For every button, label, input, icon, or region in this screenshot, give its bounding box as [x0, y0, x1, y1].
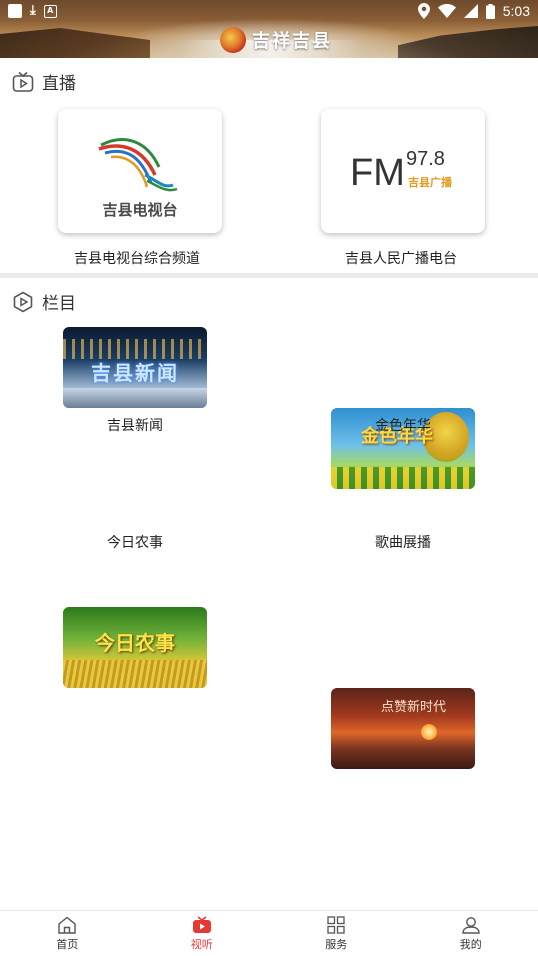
wifi-icon — [437, 4, 456, 18]
tv-station-logo-text: 吉县电视台 — [102, 201, 177, 219]
app-logo: 吉祥吉县 — [220, 27, 332, 53]
columns-section-header: 栏目 — [12, 289, 76, 314]
nav-label-services: 服务 — [325, 937, 348, 951]
logo-mark-icon — [220, 27, 246, 53]
song-thumb-sunset — [421, 724, 437, 740]
live-card-tv[interactable]: 吉县电视台 — [58, 109, 222, 233]
radio-logo-fm: FM — [350, 152, 405, 194]
signal-icon — [463, 4, 478, 18]
live-caption-radio[interactable]: 吉县人民广播电台 — [301, 248, 501, 268]
nav-item-profile[interactable]: 我的 — [404, 911, 538, 956]
bottom-nav: 首页 视听 服务 我的 — [0, 910, 538, 956]
hexagon-play-icon — [13, 291, 33, 312]
nav-item-services[interactable]: 服务 — [269, 911, 404, 956]
battery-icon — [485, 3, 495, 19]
columns-section-title: 栏目 — [42, 294, 76, 314]
download-icon: ⤓ — [30, 3, 36, 18]
grid-icon — [327, 915, 345, 934]
nav-item-media[interactable]: 视听 — [135, 911, 270, 956]
radio-logo-frequency: 97.8 — [406, 148, 445, 170]
news-thumb-floor — [63, 388, 207, 408]
nav-label-home: 首页 — [56, 937, 79, 951]
nav-item-home[interactable]: 首页 — [0, 911, 135, 956]
status-right: 5:03 — [417, 3, 530, 19]
location-icon — [417, 3, 430, 19]
news-thumb-lights — [63, 339, 207, 359]
notification-icon — [8, 4, 22, 18]
golden-thumb-flowers — [331, 467, 475, 489]
live-caption-tv[interactable]: 吉县电视台综合频道 — [37, 248, 237, 268]
nav-label-profile: 我的 — [459, 937, 482, 951]
home-icon — [58, 916, 76, 934]
column-caption-golden-years[interactable]: 金色年华 — [331, 415, 475, 435]
header-banner: ⤓ A 5:03 吉祥吉县 — [0, 0, 538, 58]
column-thumb-farming[interactable]: 今日农事 — [63, 607, 207, 688]
user-icon — [462, 916, 480, 934]
tv-station-logo: 吉县电视台 — [98, 138, 178, 219]
column-caption-songs[interactable]: 歌曲展播 — [331, 532, 475, 552]
farm-thumb-wheat — [63, 660, 207, 688]
column-caption-news[interactable]: 吉县新闻 — [63, 415, 207, 435]
song-thumb-title: 点赞新时代 — [381, 700, 447, 715]
status-left: ⤓ A — [8, 4, 57, 18]
app-notification-icon: A — [43, 4, 57, 18]
tv-icon — [192, 915, 211, 933]
column-thumb-songs[interactable]: 点赞新时代 — [331, 688, 475, 769]
tv-play-icon — [12, 71, 34, 92]
column-caption-farming[interactable]: 今日农事 — [63, 532, 207, 552]
live-card-radio[interactable]: FM 97.8 吉县广播 — [321, 109, 485, 233]
live-section-title: 直播 — [42, 74, 76, 94]
status-time: 5:03 — [502, 3, 530, 19]
radio-logo-sub: 吉县广播 — [408, 176, 452, 189]
nav-label-media: 视听 — [190, 937, 213, 951]
news-thumb-title: 吉县新闻 — [91, 361, 179, 385]
farm-thumb-title: 今日农事 — [95, 631, 175, 655]
logo-text: 吉祥吉县 — [252, 31, 332, 52]
section-divider — [0, 273, 538, 278]
status-bar: ⤓ A 5:03 — [0, 0, 538, 24]
live-section-header: 直播 — [12, 69, 76, 94]
column-thumb-news[interactable]: 吉县新闻 — [63, 327, 207, 408]
radio-logo: FM 97.8 吉县广播 — [348, 146, 458, 196]
